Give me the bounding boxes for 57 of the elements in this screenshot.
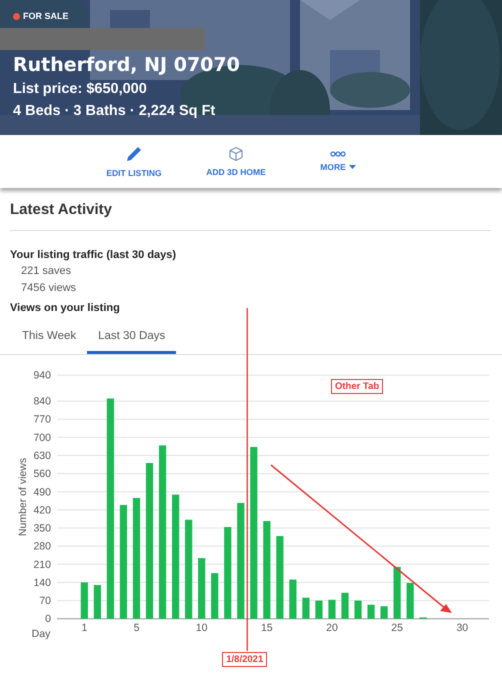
y-tick-label: 0 (45, 613, 51, 626)
bar (367, 604, 375, 619)
x-tick-label: 1 (81, 622, 88, 634)
bar (328, 600, 336, 619)
more-menu-button[interactable]: MORE (298, 135, 378, 188)
y-tick-label: 350 (33, 522, 51, 535)
x-tick-label: 15 (260, 622, 273, 634)
y-tick-label: 630 (33, 450, 51, 462)
bar (211, 573, 218, 619)
y-tick-label: 770 (33, 414, 51, 426)
y-tick-label: 560 (33, 468, 51, 480)
bar (302, 598, 310, 619)
y-tick-label: 210 (33, 558, 51, 571)
action-button[interactable]: EDIT LISTING (94, 135, 174, 188)
y-tick-label: 280 (33, 540, 51, 553)
listing-title: Rutherford, NJ 07070 (12, 53, 241, 77)
bar (80, 582, 88, 619)
annotation-label: 1/8/2021 (222, 652, 268, 667)
x-tick-label: 10 (196, 622, 208, 634)
x-tick-label: 25 (391, 622, 403, 634)
y-tick-label: 940 (33, 370, 51, 382)
dots-icon (330, 151, 346, 157)
stat-text: 7456 views (21, 282, 78, 295)
y-tick-label: 140 (33, 576, 51, 589)
y-tick-label: 700 (33, 432, 51, 444)
bar (354, 600, 362, 619)
traffic-heading: Your listing traffic (last 30 days) (10, 249, 178, 261)
y-tick-label: 840 (33, 396, 51, 408)
bar (380, 606, 388, 619)
x-tick-label: 30 (456, 622, 468, 634)
pencil-icon (125, 145, 143, 163)
caret-icon (348, 165, 356, 169)
bar (341, 592, 349, 619)
x-tick-label: 5 (134, 622, 140, 634)
views-heading: Views on your listing (10, 302, 121, 314)
bar (289, 580, 296, 619)
bar (394, 566, 401, 619)
bar (315, 600, 323, 619)
section-heading: Latest Activity (10, 200, 113, 220)
bar (406, 582, 414, 619)
y-tick-label: 490 (33, 486, 51, 498)
tab[interactable]: Last 30 Days (87, 324, 176, 354)
cube-icon (228, 146, 244, 162)
annotation-label: Other Tab (331, 379, 384, 394)
x-tick-label: 20 (326, 622, 338, 634)
action-button[interactable]: ADD 3D HOME (196, 135, 276, 188)
y-tick-label: 420 (33, 504, 51, 516)
bar (198, 558, 206, 619)
x-axis-label: Day (32, 628, 50, 640)
bar (94, 585, 101, 619)
y-axis-label: Number of views (17, 458, 29, 536)
listing-price: List price: $650,000 (12, 80, 148, 99)
status-label: FOR SALE (23, 11, 69, 21)
tab[interactable]: This Week (11, 324, 88, 354)
stat-text: 221 saves (21, 265, 72, 278)
listing-details: 4 Beds · 3 Baths · 2,224 Sq Ft (12, 102, 216, 121)
y-tick-label: 70 (39, 595, 51, 608)
